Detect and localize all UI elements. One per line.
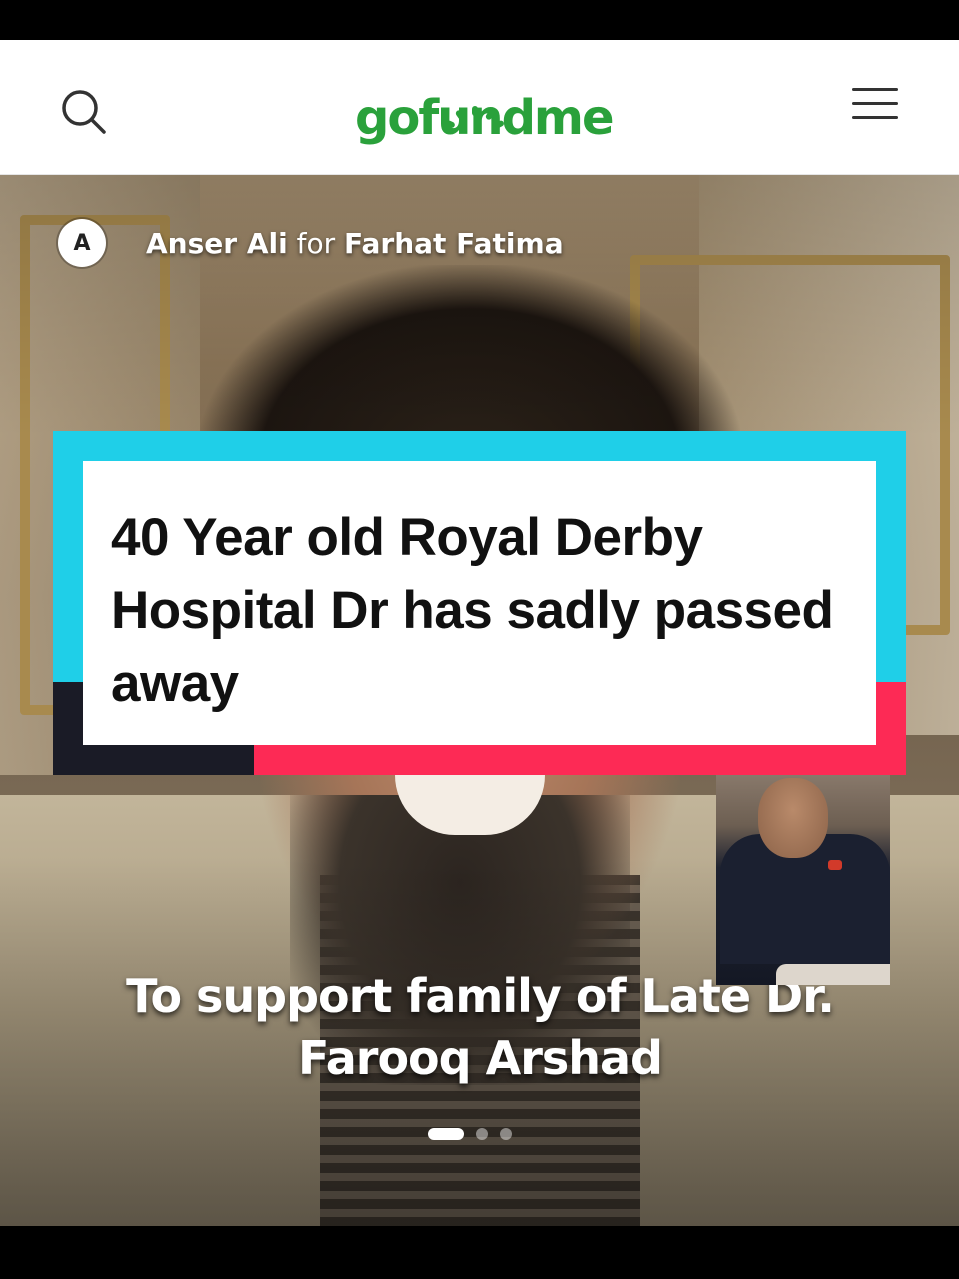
- site-header: gofundme: [0, 40, 959, 175]
- organizer-avatar: A: [58, 219, 106, 267]
- status-bar: [0, 0, 959, 40]
- bottom-bar: [0, 1226, 959, 1279]
- search-button[interactable]: [58, 86, 110, 138]
- search-icon: [62, 90, 106, 134]
- hamburger-menu-icon[interactable]: [852, 88, 898, 128]
- carousel-dot-active[interactable]: [428, 1128, 464, 1140]
- picture-in-picture-video[interactable]: [716, 772, 890, 985]
- organizer-name: Anser Ali: [146, 226, 288, 260]
- logo-sun-rays-icon: [446, 106, 504, 128]
- carousel-indicator[interactable]: [428, 1127, 512, 1141]
- hoodie-logo: [828, 860, 842, 870]
- headline-overlay-banner: 40 Year old Royal Derby Hospital Dr has …: [53, 431, 906, 775]
- headline-text: 40 Year old Royal Derby Hospital Dr has …: [111, 508, 834, 713]
- beneficiary-name: Farhat Fatima: [344, 226, 564, 260]
- carousel-dot[interactable]: [476, 1128, 488, 1140]
- organizer-line[interactable]: A Anser Ali for Farhat Fatima: [58, 219, 564, 267]
- carousel-dot[interactable]: [500, 1128, 512, 1140]
- for-label: for: [296, 226, 336, 260]
